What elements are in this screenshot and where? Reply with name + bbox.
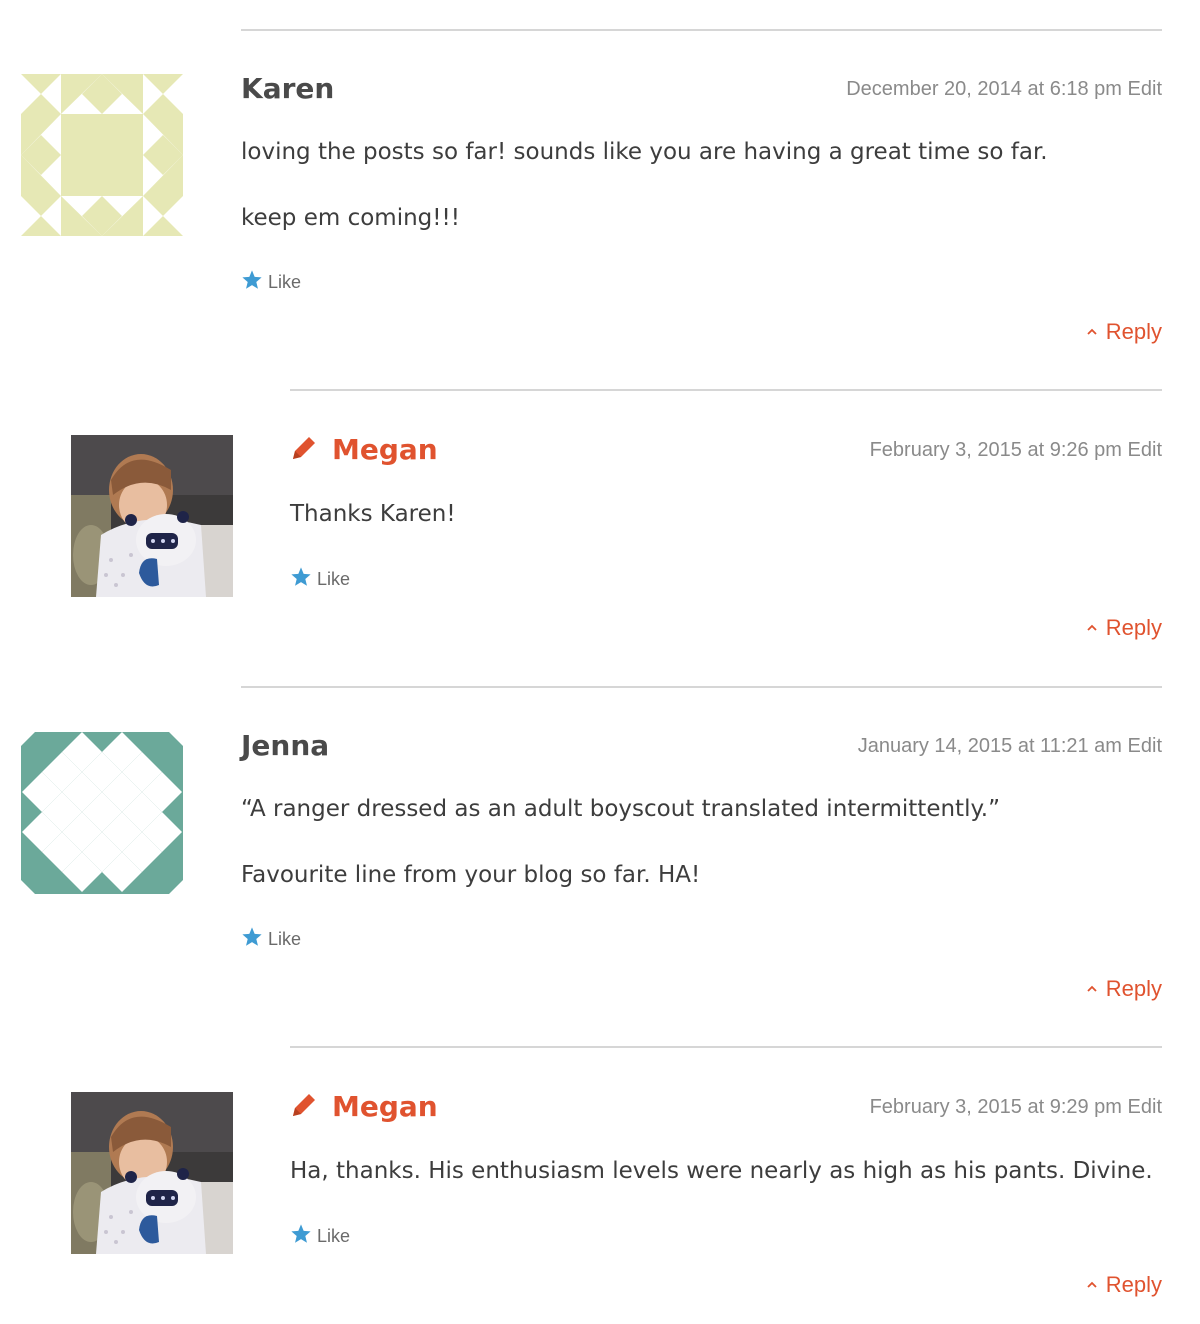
star-icon (291, 567, 311, 586)
star-icon (291, 1224, 311, 1243)
edit-link[interactable]: Edit (1128, 439, 1162, 461)
reply-label: Reply (1105, 976, 1162, 1001)
edit-link[interactable]: Edit (1128, 735, 1162, 757)
comment-text: Thanks Karen! (290, 501, 456, 527)
comment-date[interactable]: January 14, 2015 at 11:21 am (858, 735, 1122, 757)
comment-megan-1: Megan February 3, 2015 at 9:26 pm Edit T… (0, 360, 1200, 660)
star-icon (242, 270, 262, 289)
comment-text: Ha, thanks. His enthusiasm levels were n… (290, 1158, 1153, 1184)
photo-avatar-icon (71, 1092, 233, 1254)
comment-text: “A ranger dressed as an adult boyscout t… (241, 796, 1001, 822)
comment-meta: February 3, 2015 at 9:29 pm Edit (870, 1094, 1162, 1120)
avatar[interactable] (21, 732, 183, 894)
comment-meta: January 14, 2015 at 11:21 am Edit (858, 733, 1162, 759)
like-button[interactable]: Like (290, 1223, 350, 1247)
like-button[interactable]: Like (290, 566, 350, 590)
comment-author[interactable]: Megan (290, 1090, 438, 1124)
like-label: Like (268, 272, 302, 292)
comment-karen: Karen December 20, 2014 at 6:18 pm Edit … (0, 0, 1200, 360)
like-label: Like (317, 569, 351, 589)
avatar[interactable] (21, 74, 183, 236)
author-name: Megan (332, 433, 438, 466)
comment-author[interactable]: Jenna (241, 729, 329, 763)
comment-text: loving the posts so far! sounds like you… (241, 139, 1048, 165)
reply-button[interactable]: Reply (1086, 1272, 1162, 1298)
reply-label: Reply (1105, 319, 1162, 344)
comment-author[interactable]: Megan (290, 433, 438, 467)
reply-button[interactable]: Reply (1086, 976, 1162, 1002)
chevron-up-icon (1087, 624, 1097, 631)
reply-button[interactable]: Reply (1086, 319, 1162, 345)
comment-meta: February 3, 2015 at 9:26 pm Edit (870, 437, 1162, 463)
comment-author[interactable]: Karen (241, 72, 334, 106)
edit-link[interactable]: Edit (1128, 1096, 1162, 1118)
comment-date[interactable]: February 3, 2015 at 9:29 pm (870, 1096, 1122, 1118)
edit-link[interactable]: Edit (1128, 78, 1162, 100)
identicon-teal-icon (21, 732, 183, 894)
comment-meta: December 20, 2014 at 6:18 pm Edit (846, 76, 1162, 102)
comment-date[interactable]: December 20, 2014 at 6:18 pm (846, 78, 1122, 100)
comment-megan-2: Megan February 3, 2015 at 9:29 pm Edit H… (0, 1020, 1200, 1324)
like-button[interactable]: Like (241, 926, 301, 950)
reply-label: Reply (1105, 1272, 1162, 1297)
photo-avatar-icon (71, 435, 233, 597)
comment-text: Favourite line from your blog so far. HA… (241, 862, 701, 888)
like-button[interactable]: Like (241, 269, 301, 293)
avatar[interactable] (71, 435, 233, 597)
like-label: Like (268, 929, 302, 949)
avatar[interactable] (71, 1092, 233, 1254)
star-icon (242, 927, 262, 946)
like-label: Like (317, 1226, 351, 1246)
comment-date[interactable]: February 3, 2015 at 9:26 pm (870, 439, 1122, 461)
pencil-icon (293, 1094, 315, 1116)
author-name: Megan (332, 1090, 438, 1123)
reply-button[interactable]: Reply (1086, 615, 1162, 641)
identicon-yellow-icon (21, 74, 183, 236)
reply-label: Reply (1105, 615, 1162, 640)
chevron-up-icon (1087, 985, 1097, 992)
pencil-icon (293, 437, 315, 459)
chevron-up-icon (1087, 1281, 1097, 1288)
chevron-up-icon (1087, 328, 1097, 335)
comment-text: keep em coming!!! (241, 205, 460, 231)
comment-jenna: Jenna January 14, 2015 at 11:21 am Edit … (0, 660, 1200, 1020)
